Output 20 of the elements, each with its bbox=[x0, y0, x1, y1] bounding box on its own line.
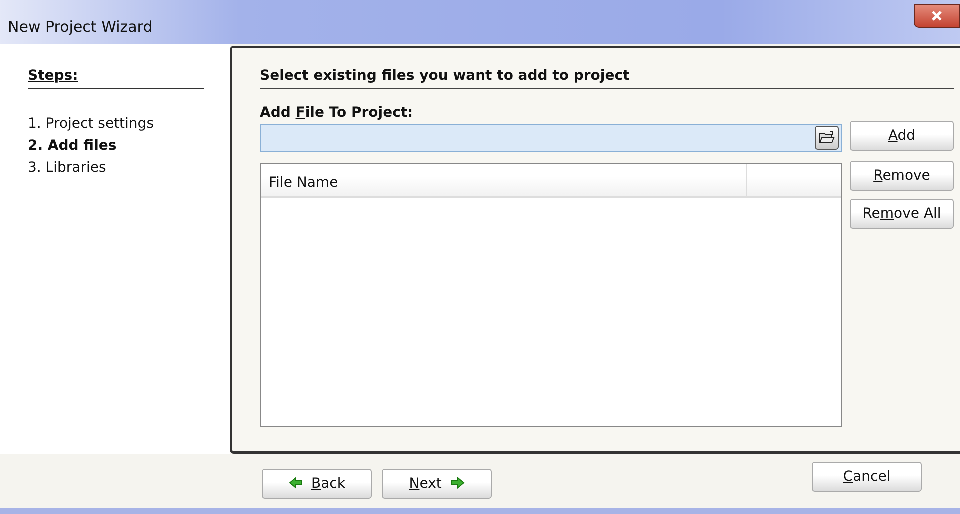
add-button[interactable]: Add bbox=[850, 121, 954, 151]
left-arrow-icon bbox=[288, 476, 303, 488]
step-item: 3. Libraries bbox=[28, 159, 108, 178]
back-button[interactable]: Back bbox=[262, 469, 372, 499]
page-heading: Select existing files you want to add to project bbox=[260, 66, 954, 89]
cancel-button[interactable]: Cancel bbox=[812, 462, 922, 492]
folder-icon bbox=[819, 131, 835, 145]
remove-all-button[interactable]: Remove All bbox=[850, 199, 954, 229]
close-icon bbox=[931, 10, 943, 22]
next-button[interactable]: Next bbox=[382, 469, 492, 499]
remove-button[interactable]: Remove bbox=[850, 161, 954, 191]
right-arrow-icon bbox=[450, 476, 465, 488]
browse-button[interactable] bbox=[815, 126, 839, 150]
step-item: 2. Add files bbox=[28, 137, 118, 156]
file-path-field[interactable] bbox=[260, 124, 842, 152]
steps-heading: Steps: bbox=[28, 66, 204, 89]
window-title: New Project Wizard bbox=[8, 17, 153, 38]
close-button[interactable] bbox=[914, 4, 960, 28]
step-item: 1. Project settings bbox=[28, 115, 155, 134]
field-label: Add File To Project: bbox=[260, 104, 414, 123]
